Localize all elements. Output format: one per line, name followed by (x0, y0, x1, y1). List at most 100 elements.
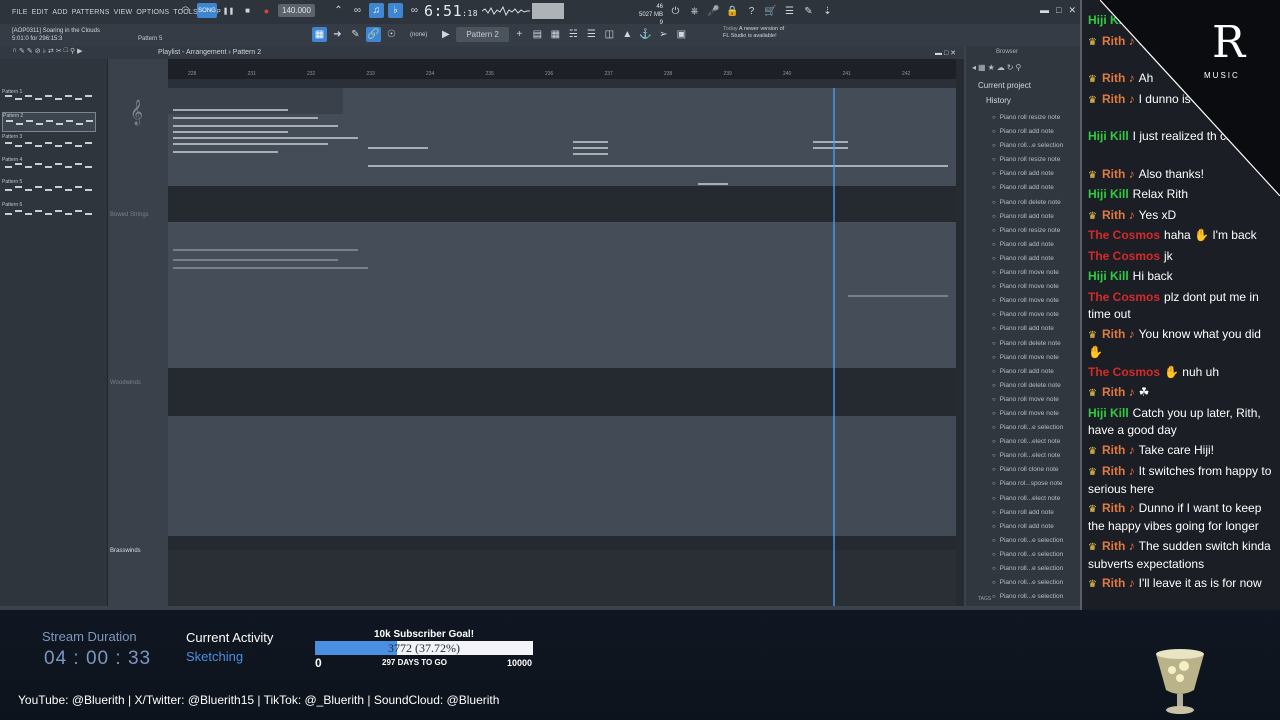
close-icon[interactable]: ✕ (1068, 5, 1076, 16)
search-icon[interactable]: ⚲ (1015, 63, 1021, 72)
pattern-item[interactable]: Pattern 2 (2, 111, 96, 132)
history-item[interactable]: Piano roll...e selection (992, 548, 1080, 562)
playlist-scrollbar[interactable] (956, 59, 964, 606)
link-icon[interactable]: ⎈ (687, 4, 702, 19)
history-item[interactable]: Piano roll add note (992, 506, 1080, 520)
pattern-item[interactable]: Pattern 3 (2, 134, 96, 154)
lock-icon[interactable]: 🔒 (725, 4, 740, 19)
minimize-icon[interactable]: ▬ (1040, 5, 1049, 16)
tempo-display[interactable]: 140.000 (278, 4, 315, 17)
history-item[interactable]: Piano roll move note (992, 393, 1080, 407)
history-item[interactable]: Piano roll...e selection (992, 421, 1080, 435)
arrow-left-icon[interactable]: ◂ (972, 63, 976, 72)
history-item[interactable]: Piano roll move note (992, 351, 1080, 365)
power-icon[interactable]: ⏻ (668, 4, 683, 19)
pattern-item[interactable]: Pattern 6 (2, 202, 96, 222)
slice-icon[interactable]: ✂ (56, 47, 62, 55)
magnet-icon[interactable]: ∩ (12, 47, 17, 55)
browser-history-folder[interactable]: History (986, 96, 1011, 105)
news-panel[interactable]: Today A newer version of FL Studio is av… (723, 26, 784, 40)
playback-icon[interactable]: ▶ (77, 47, 82, 55)
history-item[interactable]: Piano roll add note (992, 238, 1080, 252)
play-pattern-icon[interactable]: ▶ (438, 27, 453, 42)
stamp-icon[interactable]: ⚓ (638, 27, 653, 42)
loop-record-icon[interactable]: ∞ (407, 3, 422, 18)
history-item[interactable]: Piano roll...e selection (992, 139, 1080, 153)
channel-rack-icon[interactable]: ▦ (548, 27, 563, 42)
history-item[interactable]: Piano roll delete note (992, 337, 1080, 351)
menu-item-patterns[interactable]: PATTERNS (72, 9, 110, 16)
history-item[interactable]: Piano roll add note (992, 365, 1080, 379)
history-item[interactable]: Piano roll move note (992, 280, 1080, 294)
cart-icon[interactable]: 🛒 (763, 4, 778, 19)
browser-icon[interactable]: ☰ (584, 27, 599, 42)
pause-icon[interactable]: ❚❚ (221, 3, 236, 18)
chat-icon[interactable]: ✎ (801, 4, 816, 19)
history-item[interactable]: Piano roll add note (992, 167, 1080, 181)
mixer-icon[interactable]: ▤ (530, 27, 545, 42)
track-label-brasswinds[interactable]: Brasswinds (110, 548, 141, 554)
history-item[interactable]: Piano roll...e selection (992, 534, 1080, 548)
clip-strings[interactable] (168, 222, 956, 368)
track-label-bowed-strings[interactable]: Bowed Strings (110, 212, 149, 218)
plugin-db-icon[interactable]: ◫ (602, 27, 617, 42)
slip-icon[interactable]: ⇄ (48, 47, 54, 55)
record-mode-icon[interactable]: ▣ (674, 27, 689, 42)
sends-icon[interactable]: ➢ (656, 27, 671, 42)
add-pattern-icon[interactable]: + (512, 27, 527, 42)
record-icon[interactable]: ● (259, 3, 274, 18)
history-item[interactable]: Piano roll...elect note (992, 492, 1080, 506)
history-item[interactable]: Piano roll move note (992, 266, 1080, 280)
history-item[interactable]: Piano rol...spose note (992, 477, 1080, 491)
history-item[interactable]: Piano roll resize note (992, 153, 1080, 167)
cloud-icon[interactable]: ☁ (997, 63, 1005, 72)
playlist-window-controls[interactable]: ▬ □ ✕ (935, 49, 956, 57)
history-item[interactable]: Piano roll add note (992, 322, 1080, 336)
timeline-ruler[interactable]: 228 231 232 233 234 235 236 237 238 239 240 241 242 (168, 59, 956, 79)
plugin-icon[interactable]: ☉ (384, 27, 399, 42)
stop-icon[interactable]: ■ (240, 3, 255, 18)
history-item[interactable]: Piano roll resize note (992, 111, 1080, 125)
history-item[interactable]: Piano roll add note (992, 210, 1080, 224)
microphone-icon[interactable]: 🎤 (706, 4, 721, 19)
history-item[interactable]: Piano roll delete note (992, 196, 1080, 210)
tempo-tap-icon[interactable]: ▲ (620, 27, 635, 42)
maximize-icon[interactable]: □ (1056, 5, 1061, 16)
menu-item-options[interactable]: OPTIONS (136, 9, 169, 16)
history-item[interactable]: Piano roll resize note (992, 224, 1080, 238)
pattern-song-icon[interactable]: ◠ (178, 3, 193, 18)
pattern-item[interactable]: Pattern 4 (2, 157, 96, 177)
arrow-right-icon[interactable]: ➜ (330, 27, 345, 42)
history-item[interactable]: Piano roll...e selection (992, 590, 1080, 604)
snap-selector[interactable]: (none) (410, 32, 427, 38)
select-icon[interactable]: □ (64, 47, 68, 55)
history-item[interactable]: Piano roll add note (992, 252, 1080, 266)
refresh-icon[interactable]: ↻ (1007, 63, 1014, 72)
pencil-icon[interactable]: ✎ (348, 27, 363, 42)
menu-item-view[interactable]: VIEW (114, 9, 133, 16)
history-item[interactable]: Piano roll delete note (992, 379, 1080, 393)
song-mode-toggle[interactable]: SONG (197, 3, 217, 18)
blend-notes-icon[interactable]: ♭ (387, 3, 403, 18)
news-icon[interactable]: ☰ (782, 4, 797, 19)
pattern-item[interactable]: Pattern 1 (2, 89, 96, 109)
metronome-icon[interactable]: ⌃ (331, 3, 346, 18)
history-item[interactable]: Piano roll...e selection (992, 576, 1080, 590)
history-item[interactable]: Piano roll...elect note (992, 435, 1080, 449)
download-icon[interactable]: ⇣ (820, 4, 835, 19)
history-item[interactable]: Piano roll clone note (992, 463, 1080, 477)
history-item[interactable]: Piano roll move note (992, 407, 1080, 421)
browser-current-project[interactable]: Current project (978, 81, 1031, 90)
pattern-item[interactable]: Pattern 5 (2, 179, 96, 199)
mute-icon[interactable]: ♭ (43, 47, 46, 55)
history-item[interactable]: Piano roll...elect note (992, 449, 1080, 463)
history-item[interactable]: Piano roll add note (992, 520, 1080, 534)
history-item[interactable]: Piano roll add note (992, 125, 1080, 139)
clip-woodwinds[interactable] (168, 416, 956, 536)
history-item[interactable]: Piano roll...e selection (992, 562, 1080, 576)
delete-icon[interactable]: ⊘ (35, 47, 41, 55)
menu-item-file[interactable]: FILE (12, 9, 28, 16)
wait-input-icon[interactable]: ∞ (350, 3, 365, 18)
draw-icon[interactable]: ✎ (19, 47, 25, 55)
browser-tags[interactable]: TAGS (978, 596, 991, 602)
